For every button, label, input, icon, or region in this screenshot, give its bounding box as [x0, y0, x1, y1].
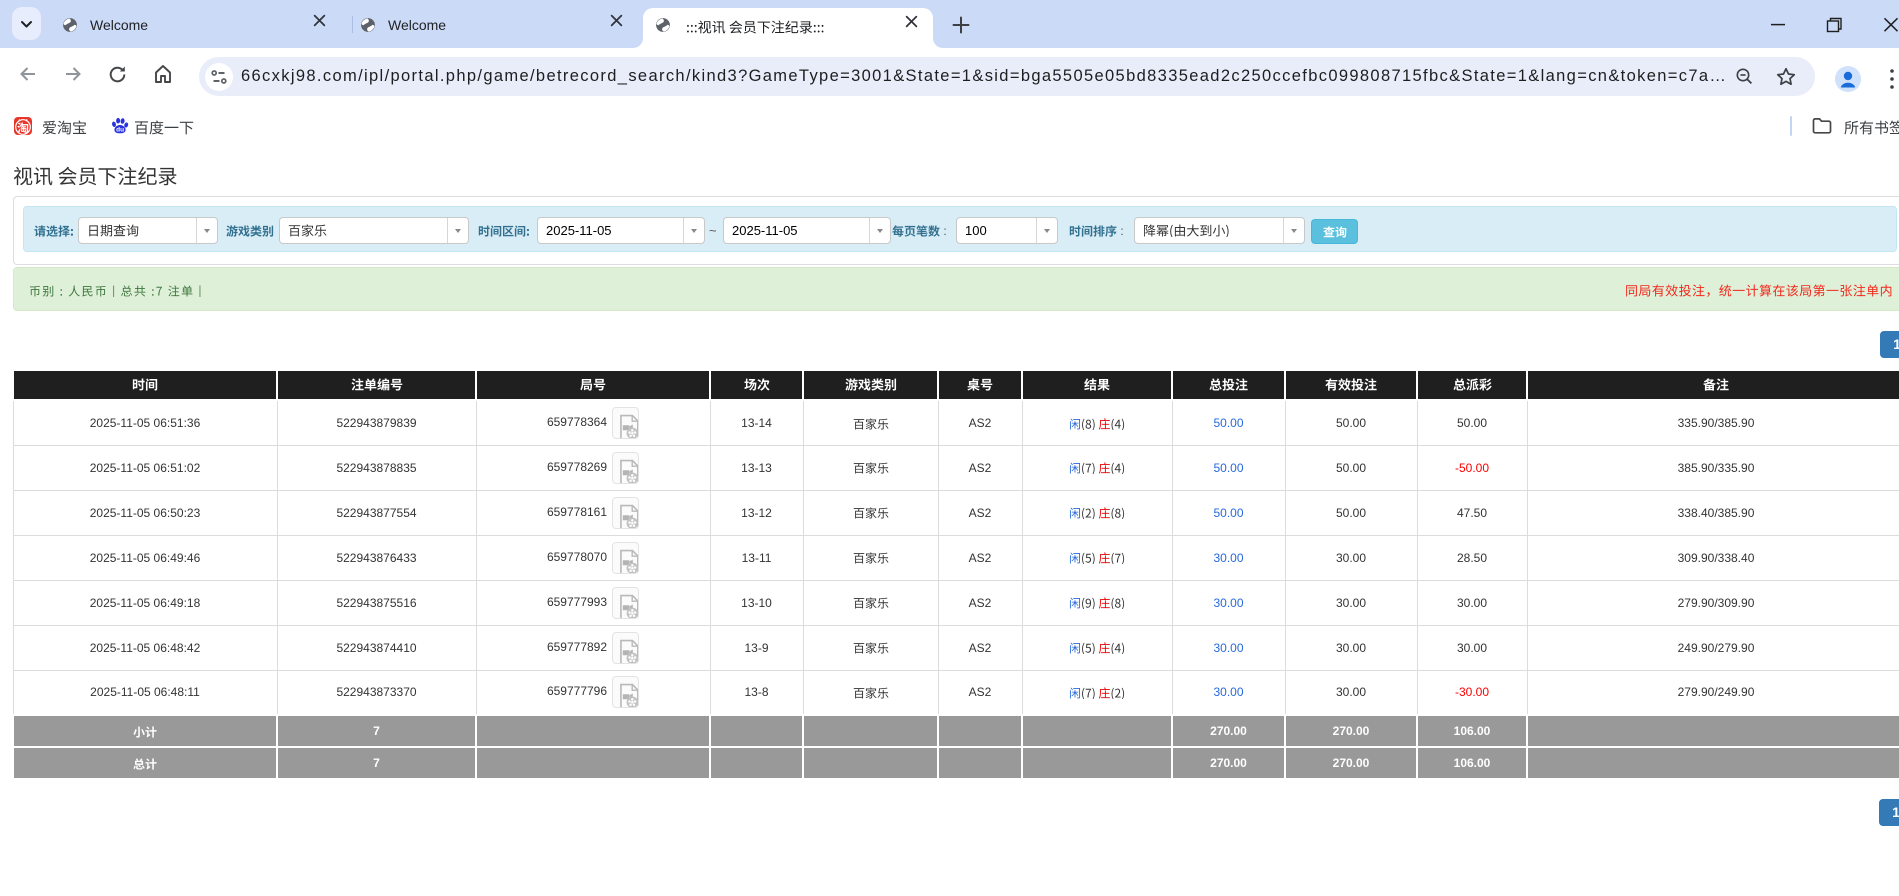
- svg-text:du: du: [116, 127, 124, 134]
